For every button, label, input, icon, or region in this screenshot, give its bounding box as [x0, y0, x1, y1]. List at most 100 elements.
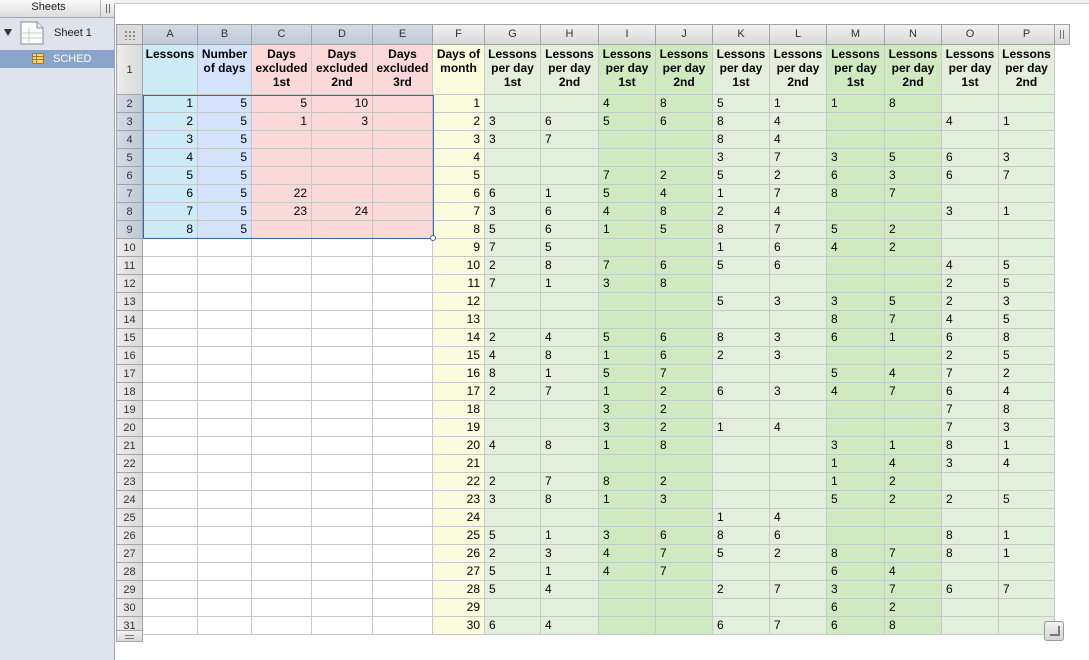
- cell[interactable]: [541, 95, 599, 113]
- row-header-18[interactable]: 18: [116, 383, 143, 401]
- row-header-8[interactable]: 8: [116, 203, 143, 221]
- cell[interactable]: 2: [885, 473, 942, 491]
- cell[interactable]: 8: [885, 617, 942, 635]
- cell[interactable]: 6: [942, 581, 999, 599]
- cell[interactable]: 8: [942, 545, 999, 563]
- cell[interactable]: [373, 185, 433, 203]
- row-header-4[interactable]: 4: [116, 131, 143, 149]
- cell[interactable]: 7: [885, 581, 942, 599]
- cell[interactable]: 3: [770, 383, 827, 401]
- cell[interactable]: [312, 581, 373, 599]
- cell[interactable]: [770, 401, 827, 419]
- cell[interactable]: [198, 455, 252, 473]
- cell[interactable]: 4: [485, 347, 541, 365]
- cell[interactable]: [143, 293, 198, 311]
- cell[interactable]: 1: [827, 95, 885, 113]
- cell[interactable]: [312, 491, 373, 509]
- cell[interactable]: [252, 293, 312, 311]
- cell[interactable]: [312, 293, 373, 311]
- selection-fill-handle[interactable]: [430, 235, 436, 241]
- cell[interactable]: [198, 563, 252, 581]
- cell[interactable]: 8: [599, 473, 656, 491]
- cell[interactable]: [373, 329, 433, 347]
- cell[interactable]: [373, 545, 433, 563]
- cell[interactable]: [827, 419, 885, 437]
- cell[interactable]: 6: [942, 329, 999, 347]
- cell[interactable]: [373, 563, 433, 581]
- cell[interactable]: 4: [770, 203, 827, 221]
- cell[interactable]: [252, 275, 312, 293]
- cell[interactable]: 8: [713, 131, 770, 149]
- cell[interactable]: [373, 167, 433, 185]
- cell[interactable]: [312, 149, 373, 167]
- cell[interactable]: 6: [770, 257, 827, 275]
- cell[interactable]: [485, 401, 541, 419]
- cell[interactable]: 3: [827, 293, 885, 311]
- cell[interactable]: [656, 581, 713, 599]
- cell[interactable]: [656, 293, 713, 311]
- cell[interactable]: 1: [885, 437, 942, 455]
- cell[interactable]: 5: [541, 239, 599, 257]
- column-header-f[interactable]: F: [433, 24, 485, 45]
- cell[interactable]: [198, 275, 252, 293]
- cell[interactable]: 3: [999, 149, 1055, 167]
- cell[interactable]: [656, 455, 713, 473]
- cell[interactable]: [599, 617, 656, 635]
- cell[interactable]: 6: [541, 113, 599, 131]
- cell[interactable]: [999, 599, 1055, 617]
- cell[interactable]: [198, 347, 252, 365]
- cell[interactable]: 4: [433, 149, 485, 167]
- cell[interactable]: [373, 455, 433, 473]
- column-header-m[interactable]: M: [827, 24, 885, 45]
- cell[interactable]: [373, 599, 433, 617]
- cell[interactable]: [999, 185, 1055, 203]
- cell[interactable]: [599, 239, 656, 257]
- cell[interactable]: [999, 473, 1055, 491]
- cell[interactable]: [373, 617, 433, 635]
- cell[interactable]: 2: [942, 275, 999, 293]
- cell[interactable]: 2: [485, 329, 541, 347]
- cell[interactable]: 8: [713, 221, 770, 239]
- cell[interactable]: [885, 419, 942, 437]
- cell[interactable]: 4: [541, 581, 599, 599]
- cell[interactable]: 5: [999, 275, 1055, 293]
- header-cell[interactable]: Days excluded 3rd: [373, 45, 433, 95]
- cell[interactable]: 7: [885, 185, 942, 203]
- cell[interactable]: [198, 383, 252, 401]
- cell[interactable]: [485, 95, 541, 113]
- cell[interactable]: 5: [885, 149, 942, 167]
- cell[interactable]: [999, 239, 1055, 257]
- cell[interactable]: 2: [713, 347, 770, 365]
- cell[interactable]: 6: [942, 167, 999, 185]
- cell[interactable]: 25: [433, 527, 485, 545]
- cell[interactable]: 20: [433, 437, 485, 455]
- cell[interactable]: 1: [599, 437, 656, 455]
- cell[interactable]: [252, 257, 312, 275]
- row-header-2[interactable]: 2: [116, 95, 143, 113]
- cell[interactable]: [252, 599, 312, 617]
- cell[interactable]: [143, 491, 198, 509]
- cell[interactable]: 3: [485, 113, 541, 131]
- column-header-g[interactable]: G: [485, 24, 541, 45]
- cell[interactable]: [827, 257, 885, 275]
- cell[interactable]: [143, 455, 198, 473]
- cell[interactable]: [713, 401, 770, 419]
- header-cell[interactable]: Lessons per day 2nd: [770, 45, 827, 95]
- cell[interactable]: [312, 365, 373, 383]
- cell[interactable]: 7: [942, 401, 999, 419]
- cell[interactable]: 1: [541, 527, 599, 545]
- cell[interactable]: 26: [433, 545, 485, 563]
- cell[interactable]: [599, 131, 656, 149]
- cell[interactable]: [827, 347, 885, 365]
- add-row-handle[interactable]: [116, 630, 143, 642]
- cell[interactable]: [373, 581, 433, 599]
- cell[interactable]: [770, 491, 827, 509]
- row-header-15[interactable]: 15: [116, 329, 143, 347]
- cell[interactable]: 2: [656, 419, 713, 437]
- cell[interactable]: 4: [770, 419, 827, 437]
- cell[interactable]: 1: [541, 365, 599, 383]
- row-header-30[interactable]: 30: [116, 599, 143, 617]
- cell[interactable]: 2: [885, 221, 942, 239]
- cell[interactable]: [942, 239, 999, 257]
- cell[interactable]: 1: [999, 545, 1055, 563]
